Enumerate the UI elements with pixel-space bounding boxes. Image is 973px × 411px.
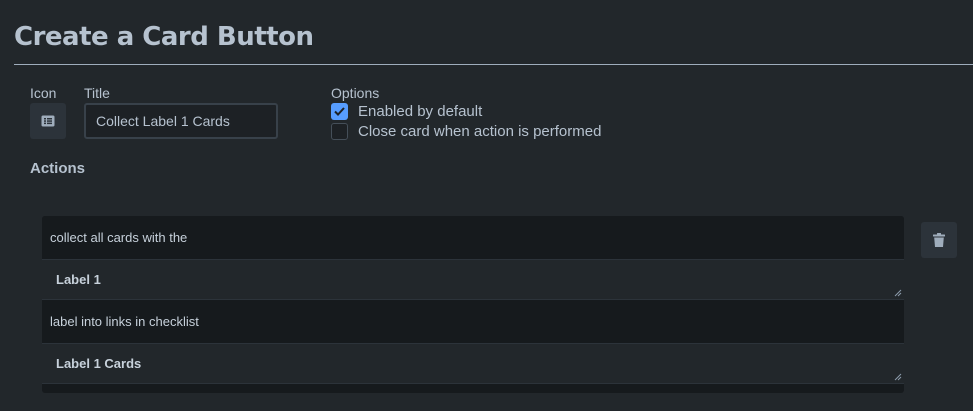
header-divider — [14, 64, 973, 65]
close-card-label: Close card when action is performed — [358, 123, 602, 140]
trash-icon — [933, 233, 945, 247]
label-name-value: Label 1 — [56, 272, 101, 287]
enabled-by-default-label: Enabled by default — [358, 103, 483, 120]
options-label: Options — [331, 85, 380, 101]
title-label: Title — [84, 85, 110, 101]
checklist-name-field[interactable]: Label 1 Cards — [42, 343, 904, 384]
resize-grip-icon[interactable] — [894, 373, 902, 381]
enabled-by-default-checkbox[interactable] — [331, 103, 348, 120]
actions-label: Actions — [30, 160, 86, 177]
check-icon — [334, 107, 345, 116]
close-card-checkbox[interactable] — [331, 123, 348, 140]
page-title: Create a Card Button — [14, 22, 314, 52]
action-editor: collect all cards with the Label 1 label… — [42, 216, 904, 393]
title-input[interactable] — [84, 103, 278, 139]
action-text-segment: collect all cards with the — [42, 216, 904, 259]
option-enabled-by-default[interactable]: Enabled by default — [331, 103, 482, 120]
icon-picker-button[interactable] — [30, 103, 66, 139]
card-button-editor: Create a Card Button Icon Title Options … — [0, 0, 973, 411]
icon-label: Icon — [30, 85, 57, 101]
label-name-field[interactable]: Label 1 — [42, 259, 904, 300]
option-close-card[interactable]: Close card when action is performed — [331, 123, 601, 140]
action-text-segment: label into links in checklist — [42, 300, 904, 343]
delete-action-button[interactable] — [921, 222, 957, 258]
card-list-icon — [41, 115, 55, 127]
resize-grip-icon[interactable] — [894, 289, 902, 297]
checklist-name-value: Label 1 Cards — [56, 356, 142, 371]
